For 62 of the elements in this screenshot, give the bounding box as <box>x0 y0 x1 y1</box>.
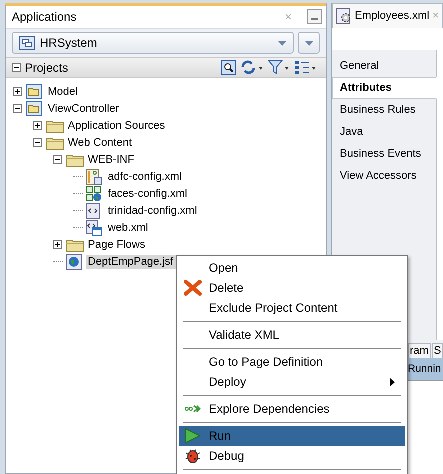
filter-icon[interactable] <box>268 60 290 75</box>
application-dropdown[interactable]: HRSystem <box>12 32 294 54</box>
menu-item[interactable]: Delete <box>179 278 405 298</box>
expand-icon[interactable] <box>33 121 42 130</box>
menu-item[interactable]: Open <box>179 258 405 278</box>
xml-file-icon <box>86 202 101 218</box>
section-tab[interactable]: Attributes <box>332 77 437 99</box>
project-icon <box>26 101 42 116</box>
menu-item[interactable]: Debug <box>179 446 405 466</box>
tree-item[interactable]: DeptEmpPage.jsf <box>86 254 176 268</box>
collapse-icon[interactable] <box>53 155 62 164</box>
sync-icon[interactable] <box>240 60 264 75</box>
section-tab[interactable]: Business Rules <box>332 99 436 121</box>
menu-item[interactable]: Run <box>179 426 405 446</box>
tree-item[interactable]: Model <box>46 84 80 98</box>
xml-file-icon <box>86 220 102 236</box>
folder-icon <box>66 238 84 252</box>
caret-icon <box>304 40 314 46</box>
tree-item[interactable]: faces-config.xml <box>106 186 190 200</box>
menu-item[interactable]: Exclude Project Content <box>179 298 405 318</box>
tree-item[interactable]: web.xml <box>106 220 150 234</box>
tree-item[interactable]: ViewController <box>46 102 122 116</box>
tree-item[interactable]: Web Content <box>66 136 134 150</box>
section-tab[interactable]: Java <box>332 121 436 143</box>
menu-button[interactable] <box>298 32 320 54</box>
expand-icon[interactable] <box>53 240 62 249</box>
menu-item[interactable]: Validate XML <box>179 325 405 345</box>
collapse-icon[interactable] <box>33 138 42 147</box>
panel-tab[interactable]: S <box>432 343 443 358</box>
play-icon <box>185 428 201 444</box>
project-icon <box>26 84 42 99</box>
search-icon[interactable] <box>221 60 236 75</box>
expand-icon[interactable] <box>13 87 22 96</box>
folder-icon <box>46 136 64 150</box>
bug-icon <box>185 448 201 464</box>
minimize-button[interactable] <box>307 9 322 24</box>
delete-icon <box>184 280 202 296</box>
section-tab[interactable]: View Accessors <box>332 165 436 187</box>
menu-item[interactable]: Explore Dependencies <box>179 399 405 419</box>
globe-page-icon <box>66 254 82 270</box>
grid-globe-icon <box>86 186 102 202</box>
folder-icon <box>46 118 64 132</box>
tree-item[interactable]: Page Flows <box>86 238 148 252</box>
list-options-icon[interactable] <box>294 60 318 75</box>
folder-icon <box>66 152 84 166</box>
diagram-file-icon <box>86 168 102 184</box>
panel-tab[interactable]: ram <box>408 343 431 358</box>
section-tab[interactable]: Business Events <box>332 143 436 165</box>
gear-file-icon <box>336 8 352 24</box>
tree-item[interactable]: adfc-config.xml <box>106 170 184 184</box>
caret-icon <box>278 40 287 46</box>
application-icon <box>19 36 35 50</box>
section-tab[interactable]: General <box>332 55 436 77</box>
collapse-icon[interactable] <box>12 63 21 72</box>
collapse-icon[interactable] <box>13 104 22 113</box>
dependencies-icon <box>185 405 201 413</box>
panel-title: Applications <box>12 10 77 24</box>
tree-item[interactable]: trinidad-config.xml <box>106 204 200 218</box>
editor-tab[interactable]: Employees.xml × <box>332 3 443 28</box>
tree-item[interactable]: Application Sources <box>66 118 168 132</box>
tree-item[interactable]: WEB-INF <box>86 152 136 166</box>
projects-title: Projects <box>25 60 68 74</box>
